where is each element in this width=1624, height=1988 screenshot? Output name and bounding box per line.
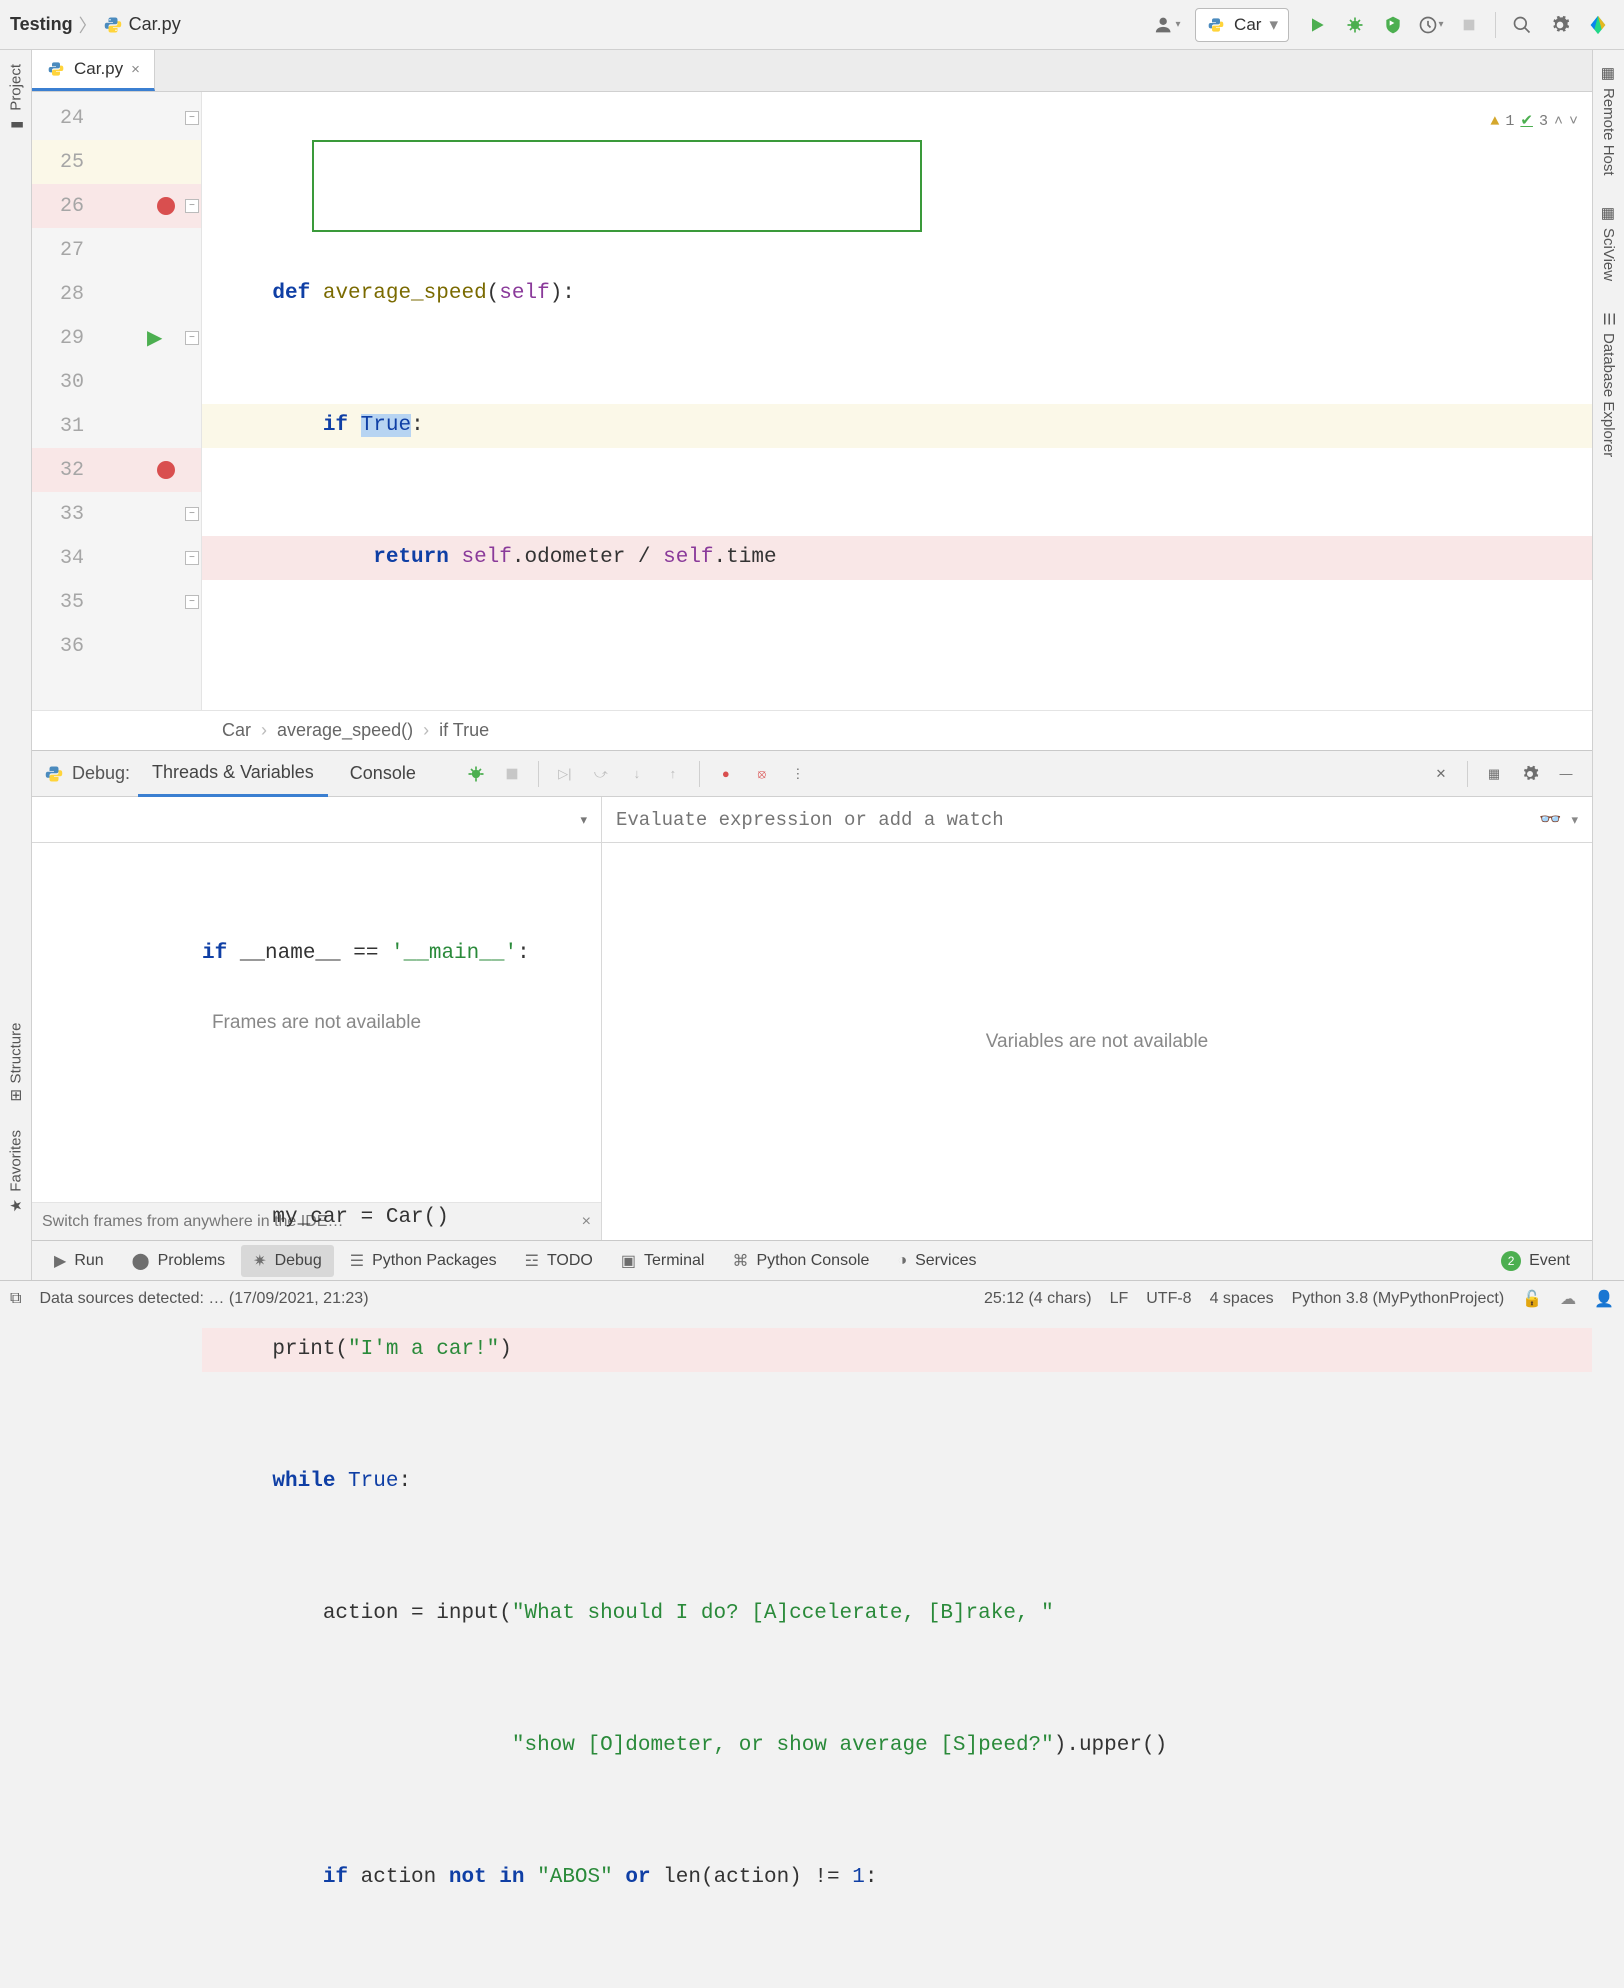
resume-icon: ▷| [551, 760, 579, 788]
settings-icon[interactable] [1544, 9, 1576, 41]
chevron-down-icon[interactable]: ˅ [1569, 100, 1578, 144]
editor-gutter[interactable]: 24− 25 26− 27 28 29▶− 30 31 32 33− 34− 3… [32, 92, 202, 710]
breakpoint-icon[interactable] [157, 461, 175, 479]
tool-window-icon[interactable]: ⧉ [10, 1290, 21, 1308]
python-icon [44, 764, 64, 784]
code-area[interactable]: ▲1 ✔3 ˄ ˅ def average_speed(self): if Tr… [202, 92, 1592, 710]
editor-tab-label: Car.py [74, 59, 123, 79]
editor[interactable]: 24− 25 26− 27 28 29▶− 30 31 32 33− 34− 3… [32, 92, 1592, 710]
grid-icon: ▦ [1600, 204, 1618, 222]
editor-tabs: Car.py × [32, 50, 1592, 92]
jetbrains-icon[interactable] [1582, 9, 1614, 41]
fold-icon[interactable]: − [185, 111, 199, 125]
stop-icon [498, 760, 526, 788]
left-tool-strip: ▮ Project ⊞ Structure ★ Favorites [0, 50, 32, 1280]
structure-icon: ⊞ [9, 1087, 22, 1105]
fold-icon[interactable]: − [185, 199, 199, 213]
stop-button [1453, 9, 1485, 41]
breadcrumb[interactable]: Testing 〉 Car.py [10, 12, 181, 38]
breadcrumb-project[interactable]: Testing [10, 14, 73, 35]
folder-icon: ▮ [7, 117, 25, 135]
run-config-label: Car [1234, 15, 1261, 35]
run-configuration-selector[interactable]: Car ▾ [1195, 8, 1289, 42]
chevron-right-icon: 〉 [79, 12, 97, 38]
project-tool-tab[interactable]: ▮ Project [5, 60, 27, 139]
check-icon: ✔ [1520, 100, 1533, 144]
person-icon[interactable]: 👤 [1594, 1289, 1614, 1309]
database-icon: ☰ [1600, 309, 1618, 327]
database-tool-tab[interactable]: ☰ Database Explorer [1598, 305, 1620, 461]
editor-tab-active[interactable]: Car.py × [32, 50, 155, 91]
right-tool-strip: ▦ Remote Host ▦ SciView ☰ Database Explo… [1592, 50, 1624, 1280]
breadcrumb-file[interactable]: Car.py [129, 14, 181, 35]
python-file-icon [103, 15, 123, 35]
run-gutter-icon[interactable]: ▶ [147, 325, 162, 351]
structure-tool-tab[interactable]: ⊞ Structure [5, 1019, 27, 1106]
chevron-down-icon: ▾ [1269, 15, 1278, 35]
step-into-icon: ↓ [623, 760, 651, 788]
step-over-icon: ⤻ [587, 760, 615, 788]
inspection-widget[interactable]: ▲1 ✔3 ˄ ˅ [1490, 100, 1578, 144]
debug-button[interactable] [1339, 9, 1371, 41]
python-icon [1206, 15, 1226, 35]
fold-icon[interactable]: − [185, 331, 199, 345]
search-icon[interactable] [1506, 9, 1538, 41]
remote-host-tool-tab[interactable]: ▦ Remote Host [1598, 60, 1620, 180]
warning-icon: ▲ [1490, 100, 1499, 144]
python-file-icon [46, 59, 66, 79]
fold-icon[interactable]: − [185, 551, 199, 565]
tab-run[interactable]: ▶Run [42, 1245, 116, 1277]
favorites-tool-tab[interactable]: ★ Favorites [5, 1126, 27, 1220]
main-toolbar: Testing 〉 Car.py ▾ Car ▾ ▾ [0, 0, 1624, 50]
highlight-box [312, 140, 922, 232]
fold-icon[interactable]: − [185, 507, 199, 521]
sciview-tool-tab[interactable]: ▦ SciView [1598, 200, 1620, 285]
close-icon[interactable]: × [131, 61, 140, 78]
profile-button[interactable]: ▾ [1415, 9, 1447, 41]
user-icon[interactable]: ▾ [1151, 9, 1183, 41]
run-button[interactable] [1301, 9, 1333, 41]
breakpoint-icon[interactable] [157, 197, 175, 215]
fold-icon[interactable]: − [185, 595, 199, 609]
run-icon: ▶ [54, 1251, 66, 1271]
warning-icon: ⬤ [132, 1251, 150, 1271]
debug-title-label: Debug: [72, 763, 130, 784]
grid-icon: ▦ [1600, 64, 1618, 82]
step-out-icon: ↑ [659, 760, 687, 788]
coverage-button[interactable] [1377, 9, 1409, 41]
chevron-up-icon[interactable]: ˄ [1554, 100, 1563, 144]
star-icon: ★ [7, 1198, 25, 1216]
